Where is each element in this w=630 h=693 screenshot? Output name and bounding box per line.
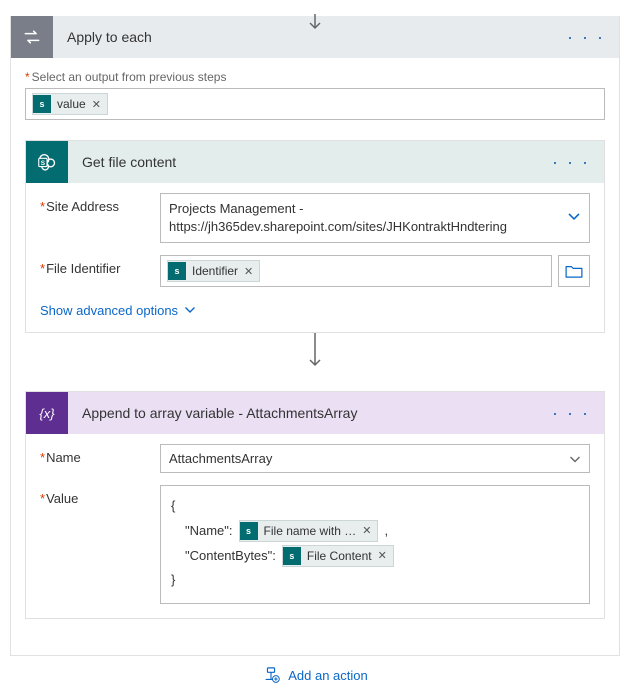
get-file-content-card: S Get file content · · · Site Address Pr… [25, 140, 605, 333]
apply-to-each-menu[interactable]: · · · [563, 24, 609, 50]
append-array-card: {x} Append to array variable - Attachmen… [25, 391, 605, 619]
append-array-header[interactable]: {x} Append to array variable - Attachmen… [26, 392, 604, 434]
add-action-icon [262, 667, 280, 683]
variable-icon: {x} [26, 392, 68, 434]
sharepoint-badge-icon: s [33, 95, 51, 113]
file-content-token[interactable]: s File Content ✕ [282, 545, 394, 567]
incoming-arrow-icon [308, 14, 322, 32]
file-identifier-input[interactable]: s Identifier ✕ [160, 255, 552, 287]
append-value-label: Value [40, 485, 160, 506]
append-name-label: Name [40, 444, 160, 465]
remove-token-icon[interactable]: ✕ [362, 521, 371, 542]
get-file-content-title: Get file content [68, 154, 548, 170]
identifier-token[interactable]: s Identifier ✕ [167, 260, 260, 282]
site-address-label: Site Address [40, 193, 160, 214]
site-address-dropdown[interactable]: Projects Management - https://jh365dev.s… [160, 193, 590, 243]
append-array-menu[interactable]: · · · [548, 400, 594, 426]
sharepoint-badge-icon: s [168, 262, 186, 280]
chevron-down-icon [184, 305, 196, 317]
show-advanced-options-link[interactable]: Show advanced options [40, 303, 196, 318]
sharepoint-badge-icon: s [283, 547, 301, 565]
remove-token-icon[interactable]: ✕ [92, 98, 101, 111]
file-identifier-label: File Identifier [40, 255, 160, 276]
get-file-content-menu[interactable]: · · · [548, 149, 594, 175]
file-name-token[interactable]: s File name with … ✕ [239, 520, 379, 542]
loop-icon [11, 16, 53, 58]
remove-token-icon[interactable]: ✕ [244, 265, 253, 278]
get-file-content-header[interactable]: S Get file content · · · [26, 141, 604, 183]
browse-folder-button[interactable] [558, 255, 590, 287]
select-output-input[interactable]: s value ✕ [25, 88, 605, 120]
sharepoint-icon: S [26, 141, 68, 183]
append-array-title: Append to array variable - AttachmentsAr… [68, 405, 548, 421]
connector-arrow-icon [25, 333, 605, 371]
append-name-select[interactable]: AttachmentsArray [160, 444, 590, 473]
svg-text:S: S [41, 160, 46, 167]
sharepoint-badge-icon: s [240, 522, 258, 540]
append-value-input[interactable]: { "Name": s File name with … ✕ , [160, 485, 590, 604]
chevron-down-icon [569, 451, 581, 466]
remove-token-icon[interactable]: ✕ [378, 546, 387, 567]
chevron-down-icon [567, 209, 581, 227]
select-output-label: Select an output from previous steps [25, 70, 605, 84]
value-token[interactable]: s value ✕ [32, 93, 108, 115]
add-action-button[interactable]: Add an action [25, 667, 605, 683]
